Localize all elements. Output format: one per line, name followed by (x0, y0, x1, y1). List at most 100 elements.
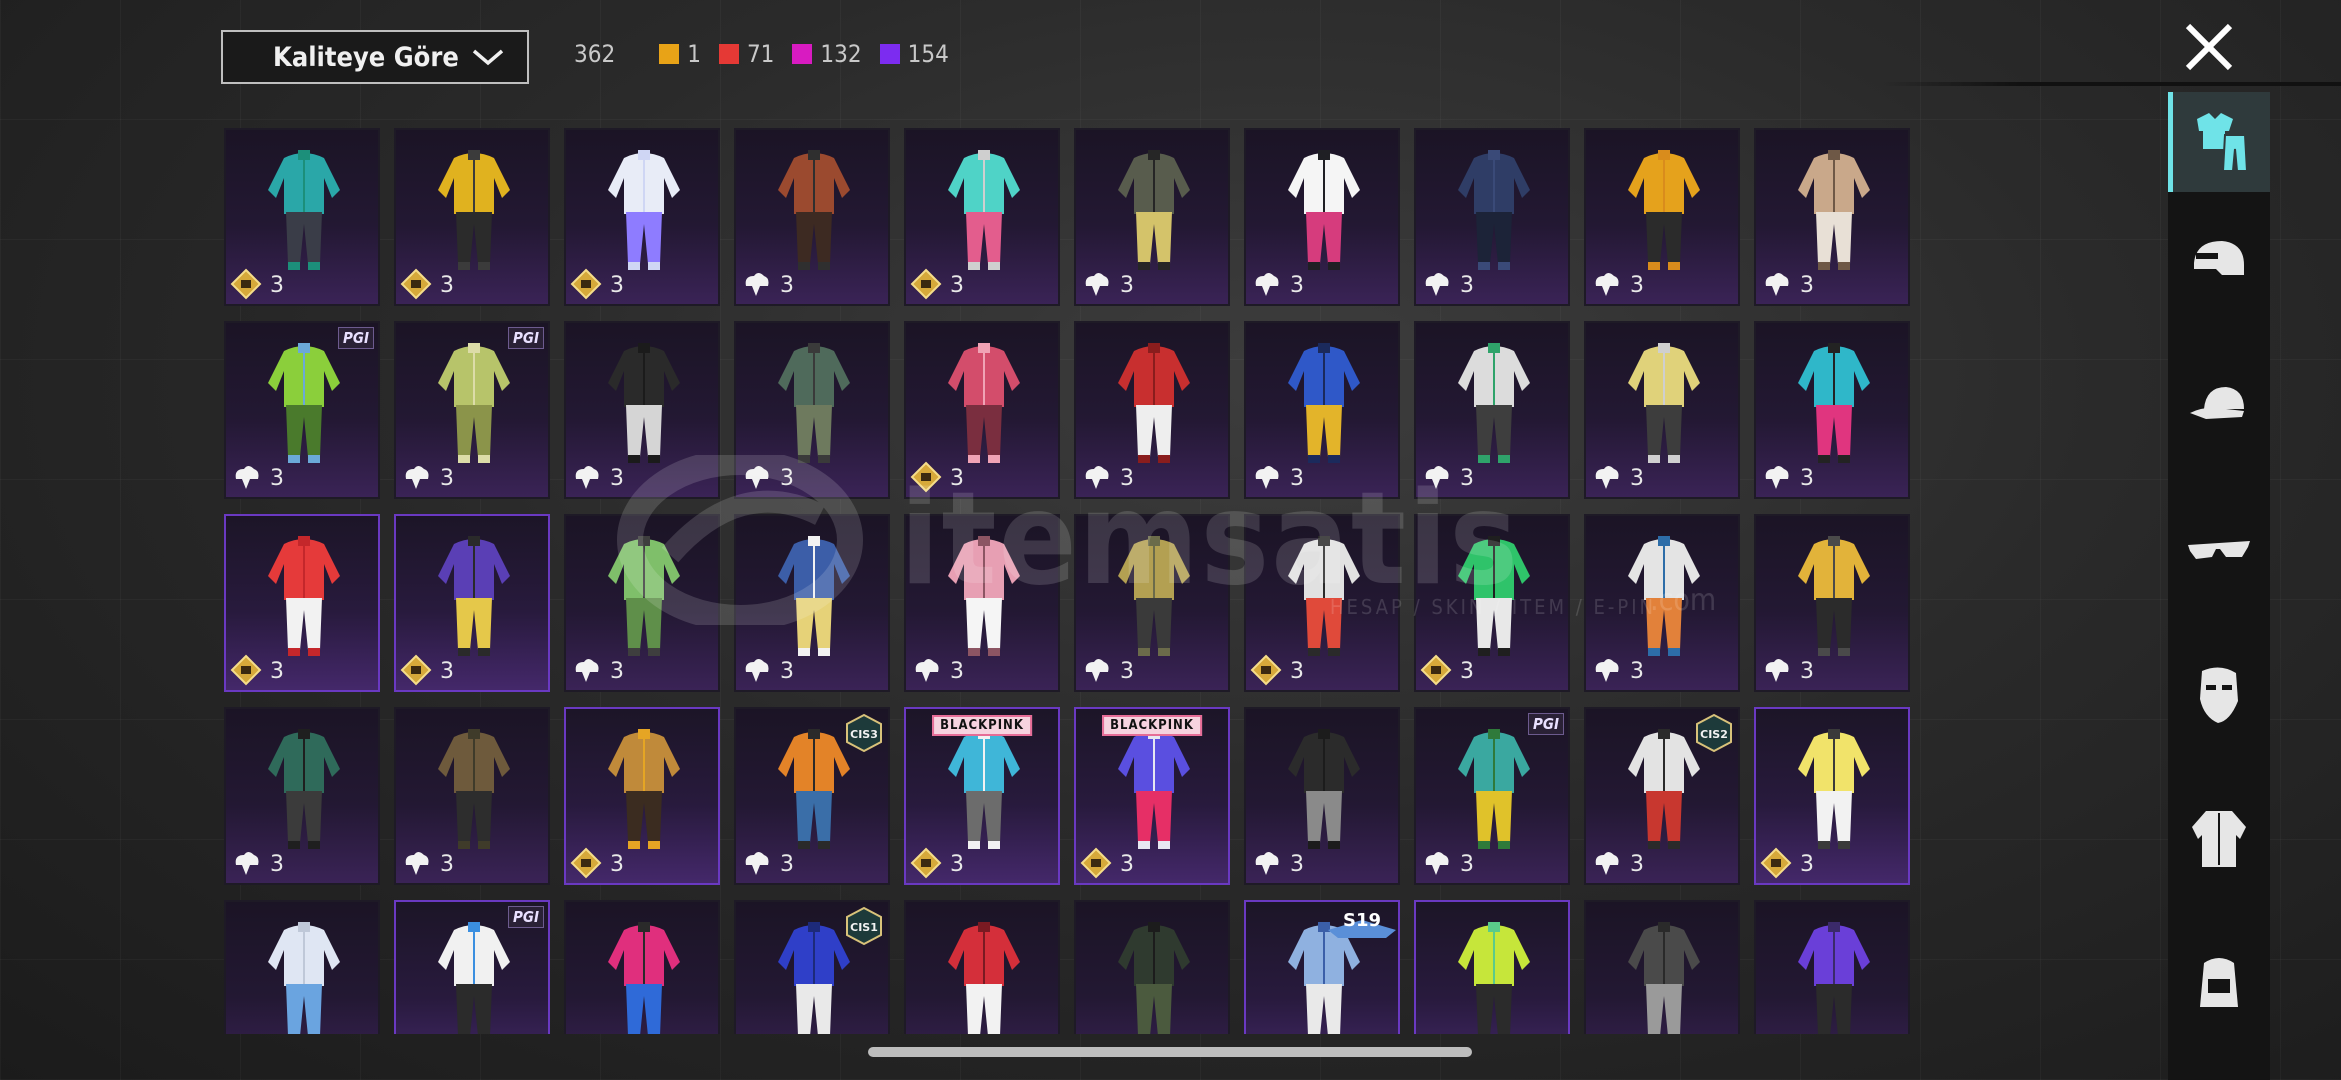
outfit-preview-icon (438, 536, 510, 656)
inventory-item[interactable]: 3 (1414, 900, 1570, 1034)
sidebar-item-helmets[interactable] (2168, 212, 2270, 312)
tier-count-red: 71 (718, 40, 774, 68)
face-mask-icon (2200, 667, 2238, 723)
inventory-item[interactable]: 3 (1414, 128, 1570, 306)
inventory-item[interactable]: 3 (394, 128, 550, 306)
inventory-item[interactable]: 3 CIS3 (734, 707, 890, 885)
inventory-item[interactable]: 3 (564, 514, 720, 692)
inventory-item[interactable]: 3 (564, 128, 720, 306)
legendary-quality-icon (745, 659, 769, 682)
sidebar-item-masks[interactable] (2168, 644, 2270, 744)
inventory-item[interactable]: 3PGI (394, 900, 550, 1034)
inventory-item[interactable]: 3 (564, 321, 720, 499)
inventory-item[interactable]: 3 (1414, 514, 1570, 692)
inventory-item[interactable]: 3PGI (394, 321, 550, 499)
tier-count-purple: 154 (879, 40, 949, 68)
inventory-item[interactable]: 3CIS1 (734, 900, 890, 1034)
legendary-quality-icon (235, 466, 259, 489)
item-quantity: 3 (1120, 466, 1134, 491)
outfit-preview-icon (778, 343, 850, 463)
inventory-item[interactable]: 3 (1754, 707, 1910, 885)
inventory-item[interactable]: 3 (1244, 707, 1400, 885)
inventory-item[interactable]: 3 BLACKPINK (904, 707, 1060, 885)
item-quantity: 3 (780, 852, 794, 877)
sidebar-item-outfits[interactable] (2168, 92, 2270, 192)
item-quantity: 3 (1800, 466, 1814, 491)
inventory-item[interactable]: 3 (1754, 128, 1910, 306)
inventory-item[interactable]: 3 (734, 128, 890, 306)
outfit-preview-icon (438, 729, 510, 849)
inventory-item[interactable]: 3 (224, 514, 380, 692)
item-quantity: 3 (1290, 466, 1304, 491)
legendary-quality-icon (1425, 852, 1449, 875)
inventory-item[interactable]: 3 (1074, 128, 1230, 306)
cis3-badge: CIS3 (846, 713, 882, 753)
sidebar-item-hats[interactable] (2168, 356, 2270, 456)
inventory-item[interactable]: 3 (904, 900, 1060, 1034)
item-quantity: 3 (610, 659, 624, 684)
outfit-preview-icon (948, 150, 1020, 270)
svg-text:S19: S19 (1343, 910, 1381, 931)
sort-dropdown[interactable]: Kaliteye Göre (221, 30, 529, 84)
inventory-item[interactable]: 3 (1754, 514, 1910, 692)
legendary-quality-icon (1255, 273, 1279, 296)
inventory-item[interactable]: 3 (1584, 321, 1740, 499)
sunglasses-icon (2188, 541, 2250, 559)
legendary-quality-icon (1085, 659, 1109, 682)
sidebar-item-jackets[interactable] (2168, 788, 2270, 888)
inventory-grid: 3 3 3 3 3 3 3 3 3 3 3 PGI 3 PGI 3 3 3 3 3 3 3 3 3 3 3 3 3 3 3 3 3 3 3 3 3 3… (224, 128, 1916, 1034)
tier-swatch (659, 44, 680, 64)
inventory-item[interactable]: 3 (224, 707, 380, 885)
item-quantity: 3 (1290, 273, 1304, 298)
legendary-quality-icon (1085, 273, 1109, 296)
inventory-item[interactable]: 3 (1074, 321, 1230, 499)
outfit-preview-icon (1458, 536, 1530, 656)
inventory-item[interactable]: 3 (1244, 128, 1400, 306)
outfit-preview-icon (1798, 343, 1870, 463)
inventory-item[interactable]: 3 (1584, 128, 1740, 306)
legendary-quality-icon (235, 852, 259, 875)
item-counts: 362 1 71 132 154 (574, 40, 949, 68)
inventory-item[interactable]: 3 (1584, 514, 1740, 692)
inventory-item[interactable]: 3 (1754, 321, 1910, 499)
inventory-item[interactable]: 3 (1074, 900, 1230, 1034)
home-indicator[interactable] (868, 1047, 1472, 1057)
item-quantity: 3 (950, 466, 964, 491)
outfit-preview-icon (1798, 536, 1870, 656)
inventory-item[interactable]: 3 (1754, 900, 1910, 1034)
inventory-item[interactable]: 3 (904, 514, 1060, 692)
outfit-preview-icon (268, 343, 340, 463)
inventory-item[interactable]: 3 (1244, 514, 1400, 692)
outfit-preview-icon (778, 536, 850, 656)
tier-swatch (718, 44, 739, 64)
category-sidebar (2168, 92, 2270, 1080)
inventory-item[interactable]: 3 (394, 707, 550, 885)
inventory-item[interactable]: 3 (734, 514, 890, 692)
inventory-item[interactable]: 3S19 (1244, 900, 1400, 1034)
inventory-item[interactable]: 3 (1074, 514, 1230, 692)
backpack-icon (2200, 958, 2238, 1007)
outfit-preview-icon (1288, 150, 1360, 270)
inventory-item[interactable]: 3 BLACKPINK (1074, 707, 1230, 885)
inventory-item[interactable]: 3 (904, 128, 1060, 306)
inventory-item[interactable]: 3 CIS2 (1584, 707, 1740, 885)
inventory-item[interactable]: 3 (1584, 900, 1740, 1034)
inventory-item[interactable]: 3 (224, 900, 380, 1034)
inventory-item[interactable]: 3 (224, 128, 380, 306)
inventory-item[interactable]: 3 (394, 514, 550, 692)
sidebar-item-backpacks[interactable] (2168, 932, 2270, 1032)
inventory-item[interactable]: 3 (1244, 321, 1400, 499)
inventory-item[interactable]: 3PGI (224, 321, 380, 499)
inventory-item[interactable]: 3 (904, 321, 1060, 499)
inventory-item[interactable]: 3 (734, 321, 890, 499)
mythic-quality-icon (570, 847, 602, 879)
inventory-item[interactable]: 3 (564, 707, 720, 885)
inventory-item[interactable]: 3 (564, 900, 720, 1034)
inventory-item[interactable]: 3PGI (1414, 707, 1570, 885)
mythic-quality-icon (1080, 847, 1112, 879)
close-icon[interactable] (2182, 20, 2236, 74)
sidebar-item-eyewear[interactable] (2168, 500, 2270, 600)
inventory-item[interactable]: 3 (1414, 321, 1570, 499)
outfit-preview-icon (1628, 536, 1700, 656)
legendary-quality-icon (745, 273, 769, 296)
